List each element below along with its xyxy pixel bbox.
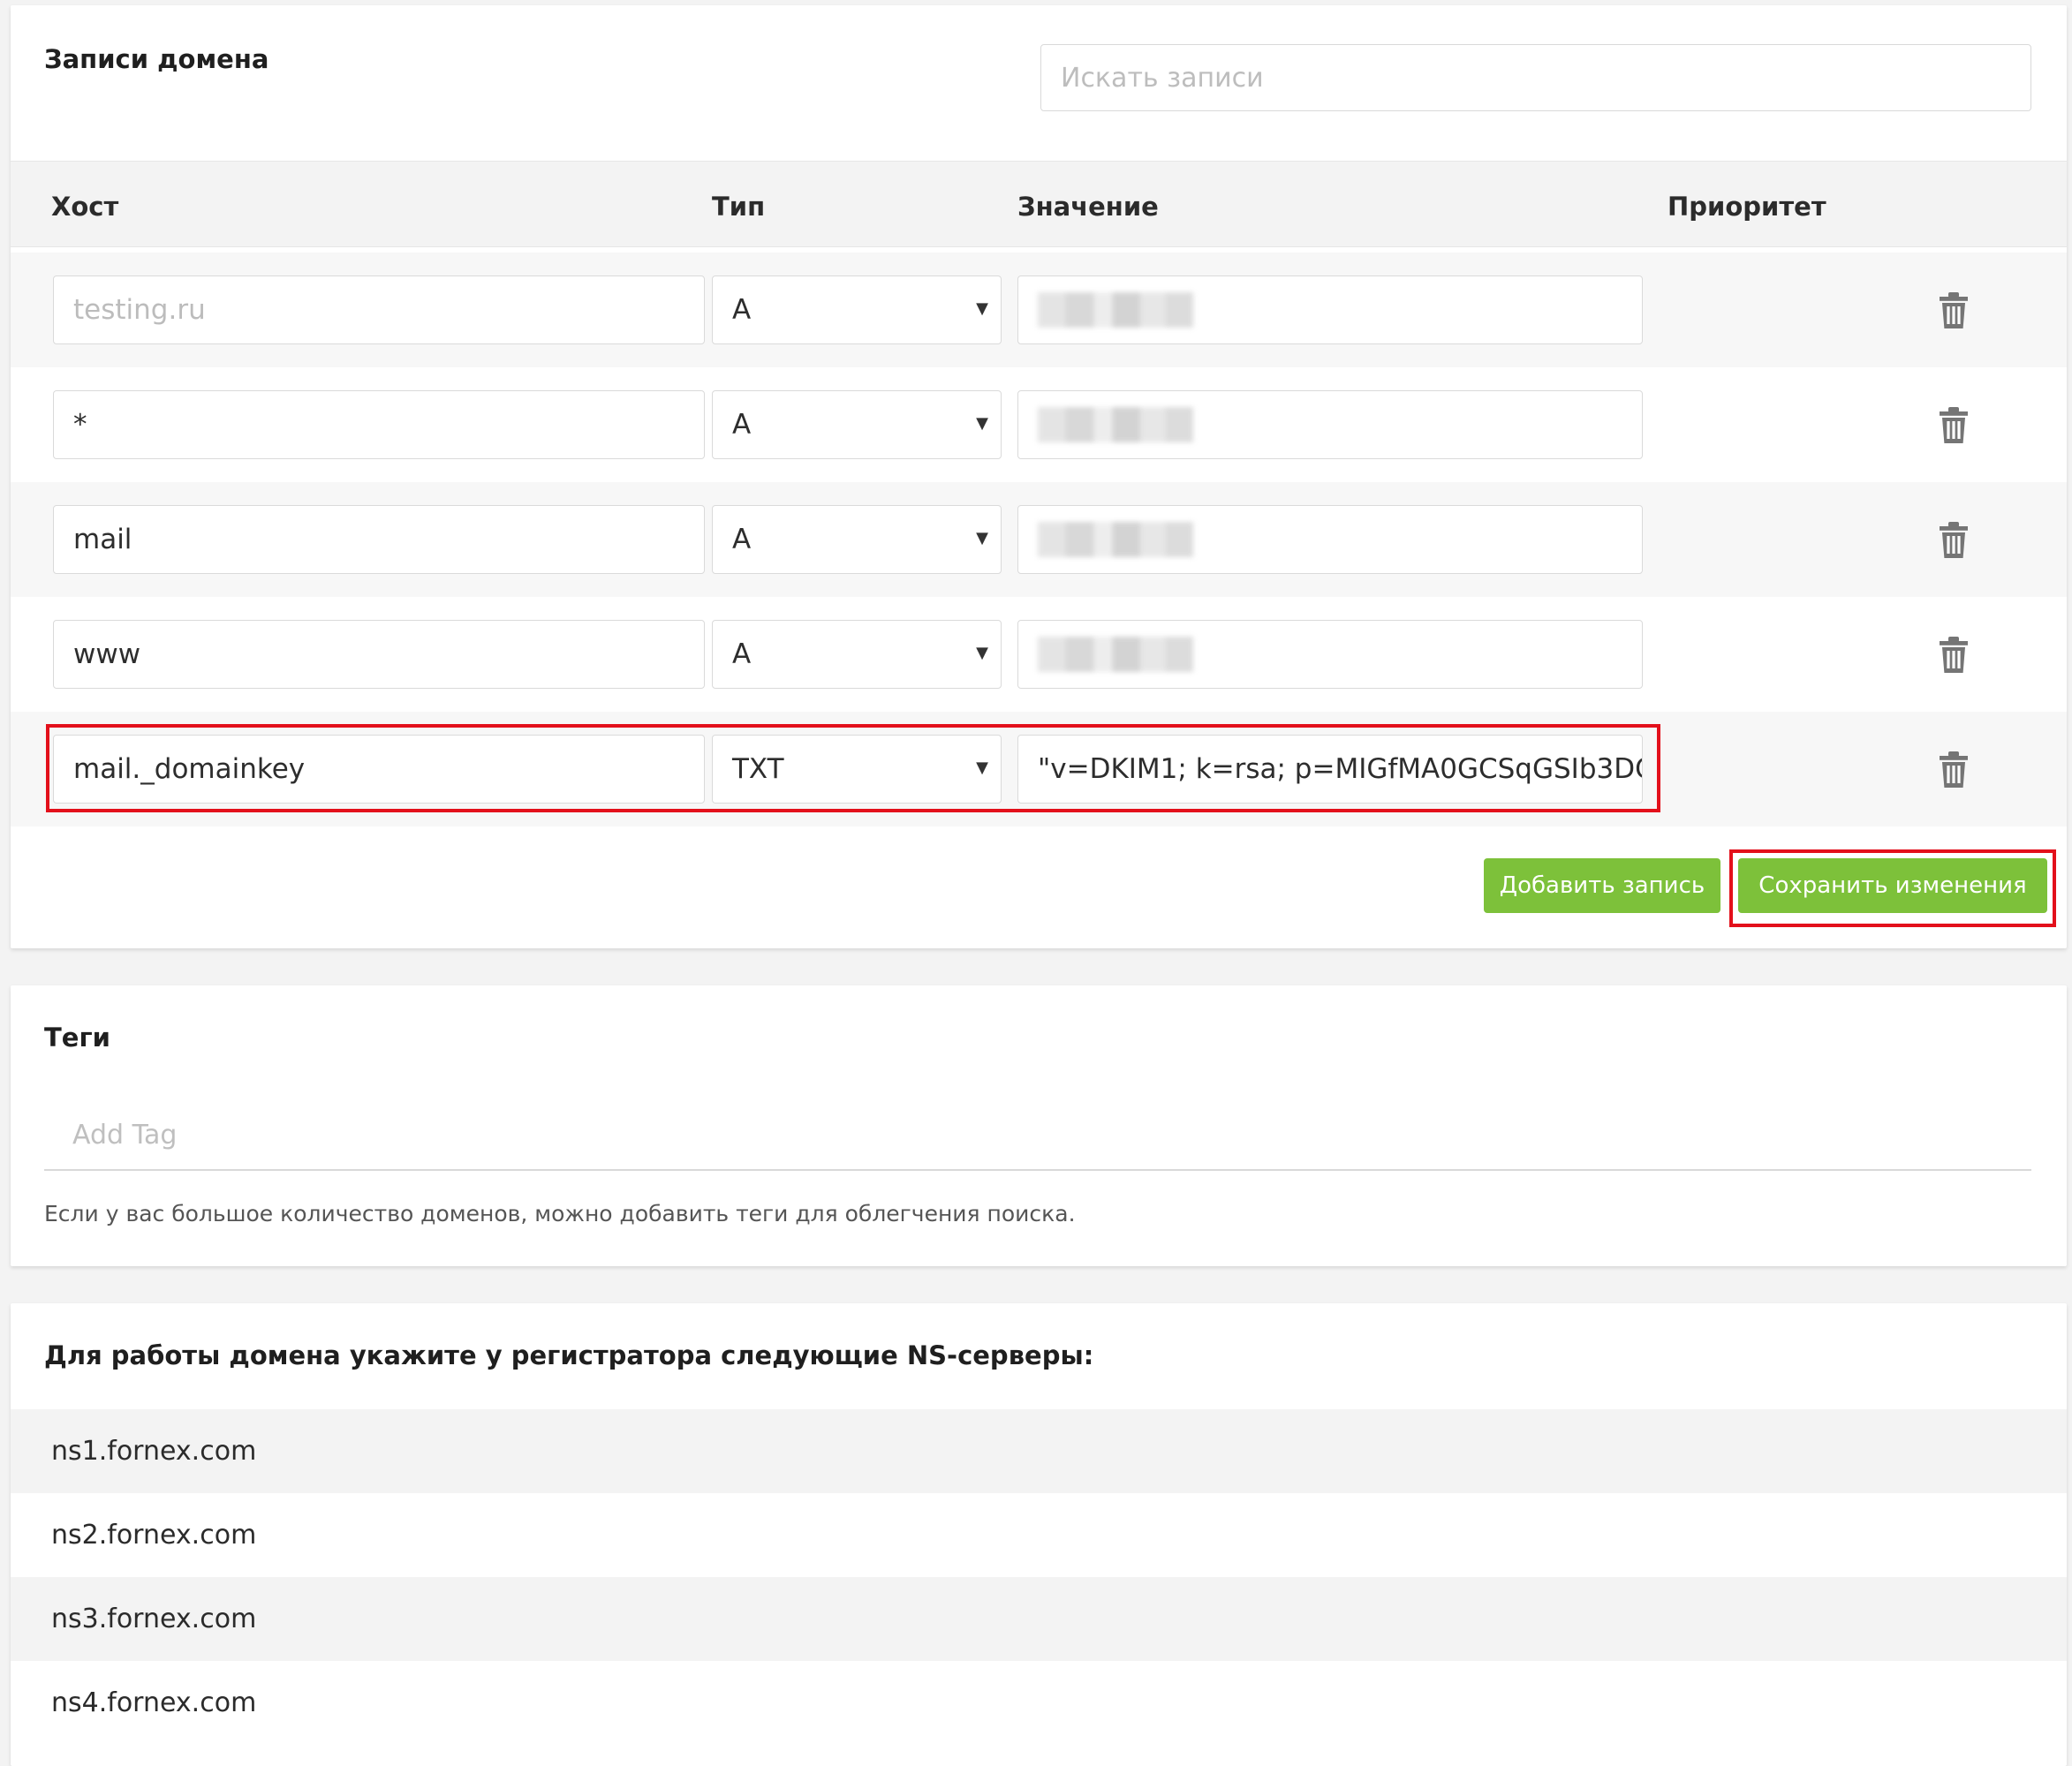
add-tag-input[interactable]: [44, 1100, 2031, 1171]
record-type-value: A: [732, 524, 752, 555]
record-host-input[interactable]: www: [53, 620, 705, 689]
tags-title: Теги: [44, 1023, 110, 1053]
ns-server-row: ns3.fornex.com: [11, 1577, 2067, 1661]
trash-icon[interactable]: [1936, 406, 1971, 445]
caret-down-icon: ▼: [976, 758, 988, 777]
record-type-select[interactable]: A ▼: [712, 620, 1002, 689]
ns-server-row: ns4.fornex.com: [11, 1661, 2067, 1745]
trash-icon[interactable]: [1936, 291, 1971, 330]
trash-icon[interactable]: [1936, 521, 1971, 560]
record-value-input[interactable]: [1017, 390, 1643, 459]
redacted-value: [1038, 522, 1193, 557]
record-type-select[interactable]: A ▼: [712, 505, 1002, 574]
domain-records-card: Записи домена Хост Тип Значение Приорите…: [11, 5, 2067, 948]
records-table-header: Хост Тип Значение Приоритет: [11, 161, 2067, 247]
trash-icon[interactable]: [1936, 636, 1971, 675]
ns-server-row: ns2.fornex.com: [11, 1493, 2067, 1577]
tags-hint: Если у вас большое количество доменов, м…: [44, 1201, 1076, 1226]
search-records-input[interactable]: [1040, 44, 2031, 111]
record-value-text: "v=DKIM1; k=rsa; p=MIGfMA0GCSqGSIb3DQEB/: [1038, 753, 1643, 785]
record-row: mail._domainkey TXT ▼ "v=DKIM1; k=rsa; p…: [11, 712, 2067, 826]
record-type-value: A: [732, 638, 752, 670]
record-type-select[interactable]: TXT ▼: [712, 735, 1002, 804]
record-row: testing.ru A ▼: [11, 253, 2067, 367]
caret-down-icon: ▼: [976, 414, 988, 433]
record-row: www A ▼: [11, 597, 2067, 712]
ns-server-name: ns4.fornex.com: [51, 1687, 257, 1718]
record-host-input[interactable]: mail._domainkey: [53, 735, 705, 804]
column-header-host: Хост: [51, 192, 119, 222]
record-type-select[interactable]: A ▼: [712, 390, 1002, 459]
record-host-input[interactable]: *: [53, 390, 705, 459]
record-type-select[interactable]: A ▼: [712, 275, 1002, 344]
ns-server-row: ns1.fornex.com: [11, 1409, 2067, 1493]
trash-icon[interactable]: [1936, 751, 1971, 789]
ns-server-name: ns3.fornex.com: [51, 1604, 257, 1634]
ns-server-name: ns1.fornex.com: [51, 1436, 257, 1467]
record-value-input[interactable]: [1017, 275, 1643, 344]
record-type-value: A: [732, 409, 752, 441]
save-changes-button[interactable]: Сохранить изменения: [1738, 858, 2047, 913]
record-host-input[interactable]: testing.ru: [53, 275, 705, 344]
redacted-value: [1038, 407, 1193, 442]
record-row: mail A ▼: [11, 482, 2067, 597]
record-row: * A ▼: [11, 367, 2067, 482]
caret-down-icon: ▼: [976, 529, 988, 547]
column-header-value: Значение: [1017, 192, 1159, 222]
tags-card: Теги Если у вас большое количество домен…: [11, 985, 2067, 1266]
record-value-input[interactable]: [1017, 620, 1643, 689]
record-type-value: TXT: [732, 753, 784, 785]
add-record-button[interactable]: Добавить запись: [1484, 858, 1720, 913]
ns-server-name: ns2.fornex.com: [51, 1520, 257, 1551]
record-host-input[interactable]: mail: [53, 505, 705, 574]
column-header-priority: Приоритет: [1667, 192, 1826, 222]
ns-servers-card: Для работы домена укажите у регистратора…: [11, 1303, 2067, 1766]
caret-down-icon: ▼: [976, 299, 988, 318]
record-value-input[interactable]: [1017, 505, 1643, 574]
redacted-value: [1038, 637, 1193, 672]
ns-title: Для работы домена укажите у регистратора…: [44, 1340, 1094, 1370]
record-type-value: A: [732, 294, 752, 326]
domain-records-title: Записи домена: [44, 44, 269, 74]
caret-down-icon: ▼: [976, 644, 988, 662]
redacted-value: [1038, 292, 1193, 328]
column-header-type: Тип: [712, 192, 766, 222]
record-value-input[interactable]: "v=DKIM1; k=rsa; p=MIGfMA0GCSqGSIb3DQEB/: [1017, 735, 1643, 804]
